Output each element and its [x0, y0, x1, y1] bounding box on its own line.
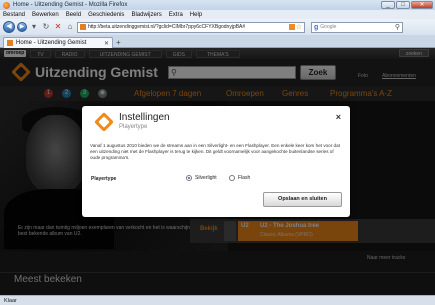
minimize-button[interactable]: _ [381, 1, 395, 9]
tab-label: Home - Uitzending Gemist [16, 40, 87, 46]
firefox-icon [3, 1, 10, 9]
menu-bestand[interactable]: Bestand [3, 12, 25, 18]
flash-label[interactable]: Flash [238, 175, 250, 181]
menu-extra[interactable]: Extra [169, 12, 183, 18]
menu-bladwijzers[interactable]: Bladwijzers [131, 12, 161, 18]
tab-favicon-icon [7, 40, 13, 46]
modal-title: Instellingen [119, 112, 170, 123]
status-text: Klaar [4, 297, 17, 304]
search-placeholder: Google [320, 24, 337, 30]
maximize-button[interactable]: □ [396, 1, 410, 9]
status-bar: Klaar [0, 295, 435, 305]
home-icon[interactable]: ⌂ [65, 22, 75, 32]
new-tab-icon[interactable]: + [116, 38, 121, 47]
tab-close-icon[interactable]: ✕ [104, 40, 109, 47]
window-title: Home - Uitzending Gemist - Mozilla Firef… [13, 2, 128, 8]
forward-button[interactable]: ▶ [17, 22, 27, 32]
modal-subtitle: Playertype [119, 124, 148, 130]
silverlight-radio[interactable] [186, 175, 192, 181]
save-and-close-button[interactable]: Opslaan en sluiten [263, 192, 342, 207]
address-bar[interactable]: http://beta.uitzendinggemist.nl/?gclid=C… [77, 21, 305, 33]
settings-modal: Instellingen Playertype × Vanaf 1 august… [82, 106, 350, 217]
silverlight-label[interactable]: Silverlight [195, 175, 217, 181]
rss-icon[interactable] [288, 24, 295, 30]
tab-home[interactable]: Home - Uitzending Gemist ✕ [3, 37, 113, 48]
window-titlebar: Home - Uitzending Gemist - Mozilla Firef… [0, 0, 435, 10]
search-icon[interactable]: ⚲ [395, 23, 400, 31]
playertype-label: Playertype [91, 176, 117, 182]
site-favicon-icon [80, 24, 86, 30]
menu-geschiedenis[interactable]: Geschiedenis [88, 12, 124, 18]
history-dropdown-icon[interactable]: ▾ [29, 22, 39, 32]
menu-bar: Bestand Bewerken Beeld Geschiedenis Blad… [0, 10, 435, 19]
menu-help[interactable]: Help [190, 12, 202, 18]
tab-bar: Home - Uitzending Gemist ✕ + [0, 35, 435, 48]
modal-logo-icon [94, 112, 114, 132]
bookmark-star-icon[interactable]: ☆ [296, 23, 302, 31]
reload-icon[interactable]: ↻ [41, 22, 51, 32]
google-icon: g [314, 23, 319, 31]
window-controls: _ □ ✕ [381, 1, 433, 9]
url-text: http://beta.uitzendinggemist.nl/?gclid=C… [88, 24, 246, 30]
modal-close-icon[interactable]: × [336, 112, 341, 122]
menu-beeld[interactable]: Beeld [66, 12, 81, 18]
flash-radio[interactable] [229, 175, 235, 181]
menu-bewerken[interactable]: Bewerken [32, 12, 59, 18]
search-bar[interactable]: g Google ⚲ [311, 21, 403, 33]
navigation-toolbar: ◀ ▶ ▾ ↻ ✕ ⌂ http://beta.uitzendinggemist… [0, 19, 435, 35]
back-button[interactable]: ◀ [3, 21, 15, 33]
close-window-button[interactable]: ✕ [411, 1, 433, 9]
modal-body-text: Vanaf 1 augustus 2010 bieden we de strea… [90, 143, 340, 160]
stop-icon[interactable]: ✕ [53, 22, 63, 32]
